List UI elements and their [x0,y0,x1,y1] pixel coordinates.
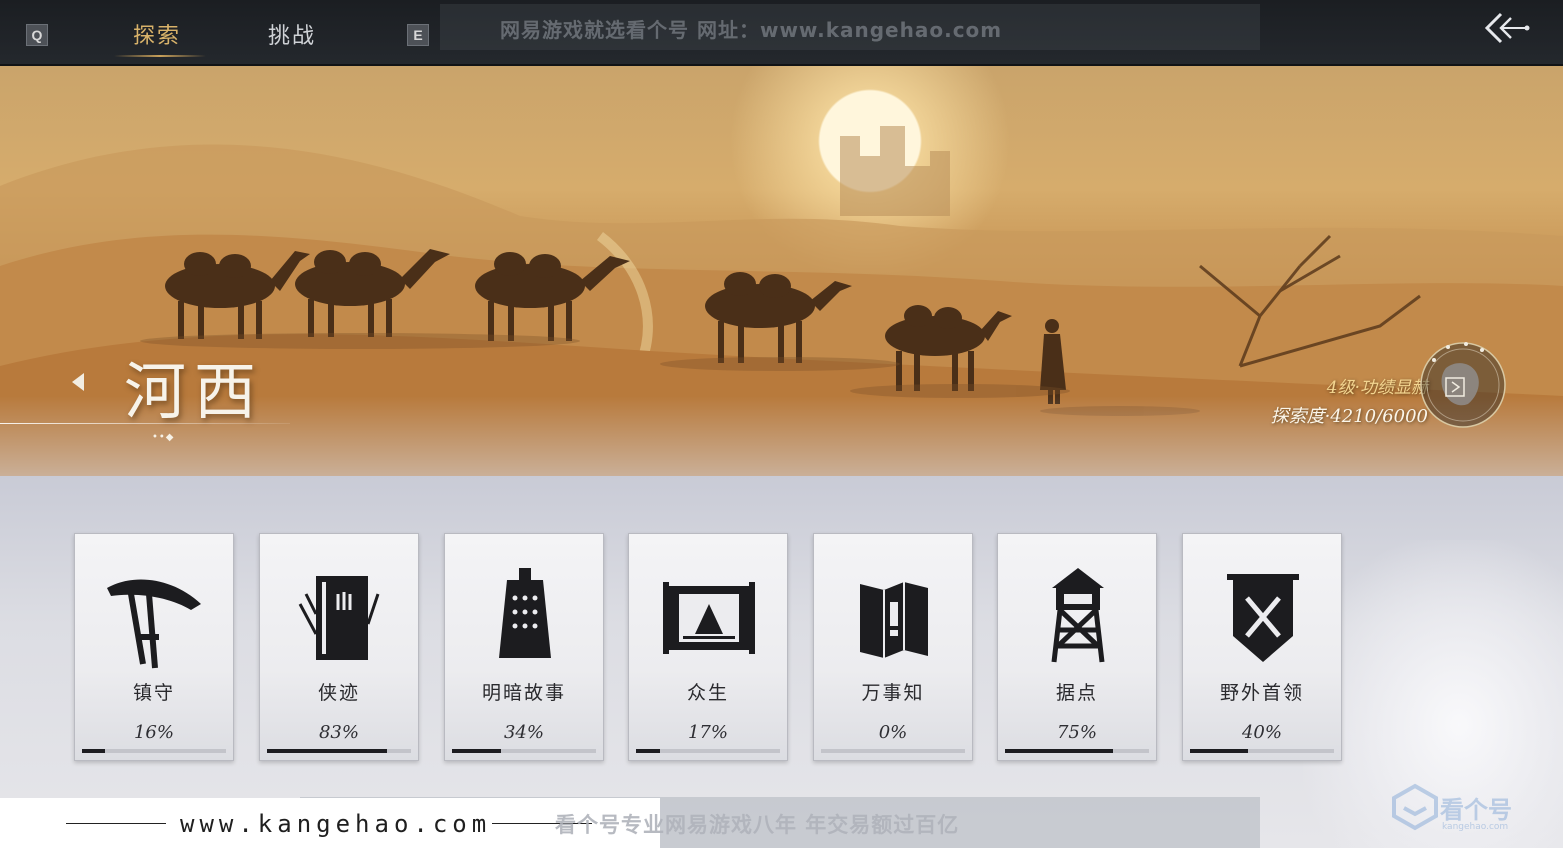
card-percent: 75% [1056,722,1097,743]
site-divider-left [66,823,166,824]
card-progress-bar [636,749,780,753]
bell-icon [499,568,551,658]
back-button[interactable] [1481,8,1533,48]
region-divider [0,423,290,424]
watchtower-icon [1051,568,1105,663]
card-progress-fill [267,749,387,753]
exploration-progress: 探索度·4210/6000 [1270,406,1428,427]
kangehao-logo-icon [1392,783,1438,831]
card-title: 镇守 [132,682,175,704]
tab-challenge[interactable]: 挑战 [268,18,316,50]
scroll-painting-icon [663,582,755,654]
card-progress-fill [636,749,661,753]
card-hero-traces[interactable]: 侠迹 83% [259,533,419,761]
card-progress-fill [1190,749,1248,753]
card-progress-bar [82,749,226,753]
card-progress-bar [267,749,411,753]
book-bamboo-icon [298,576,380,660]
double-chevron-left-icon [1484,12,1530,44]
card-percent: 16% [133,722,174,743]
key-hint-q[interactable]: Q [26,24,48,46]
bottom-watermark: 看个号专业网易游戏八年 年交易额过百亿 [555,813,960,837]
card-progress-bar [1005,749,1149,753]
crossed-swords-banner-icon [1227,574,1299,662]
card-title: 众生 [686,682,729,704]
card-progress-bar [1190,749,1334,753]
card-progress-fill [1005,749,1113,753]
folded-map-icon [860,582,928,658]
card-percent: 40% [1241,722,1282,743]
logo-subtext: kangehao.com [1442,822,1509,832]
card-title: 明暗故事 [481,682,566,704]
top-watermark: 网易游戏就选看个号 网址：www.kangehao.com [500,18,1003,42]
card-title: 野外首领 [1219,682,1304,704]
card-progress-fill [82,749,106,753]
key-hint-e[interactable]: E [407,24,429,46]
card-strongholds[interactable]: 据点 75% [997,533,1157,761]
region-map-button[interactable] [1408,338,1508,433]
card-progress-bar [452,749,596,753]
region-name: 河西 [124,355,265,428]
card-percent: 34% [503,722,544,743]
region-page-dots: ••◆ [152,432,175,443]
card-field-bosses[interactable]: 野外首领 40% [1182,533,1342,761]
active-tab-underline [114,55,206,57]
card-percent: 83% [318,722,359,743]
card-title: 据点 [1055,682,1098,704]
card-percent: 17% [687,722,728,743]
straw-hat-swords-icon [107,579,201,669]
card-title: 万事知 [861,682,925,704]
card-progress-fill [452,749,501,753]
prev-region-arrow[interactable] [72,373,84,391]
site-url: www.kangehao.com [180,810,492,838]
card-progress-bar [821,749,965,753]
card-light-dark-stories[interactable]: 明暗故事 34% [444,533,604,761]
region-map-icon [1420,342,1506,428]
card-title: 侠迹 [317,682,360,704]
card-all-knowing[interactable]: 万事知 0% [813,533,973,761]
logo-text: 看个号 [1440,796,1512,824]
card-garrison[interactable]: 镇守 16% [74,533,234,761]
card-percent: 0% [878,722,908,743]
tab-explore[interactable]: 探索 [133,18,181,50]
card-all-beings[interactable]: 众生 17% [628,533,788,761]
region-banner: 河西 ••◆ 4级·功绩显赫 探索度·4210/6000 [0,66,1563,476]
top-bar: 网易游戏就选看个号 网址：www.kangehao.com Q 探索 挑战 E [0,0,1563,66]
